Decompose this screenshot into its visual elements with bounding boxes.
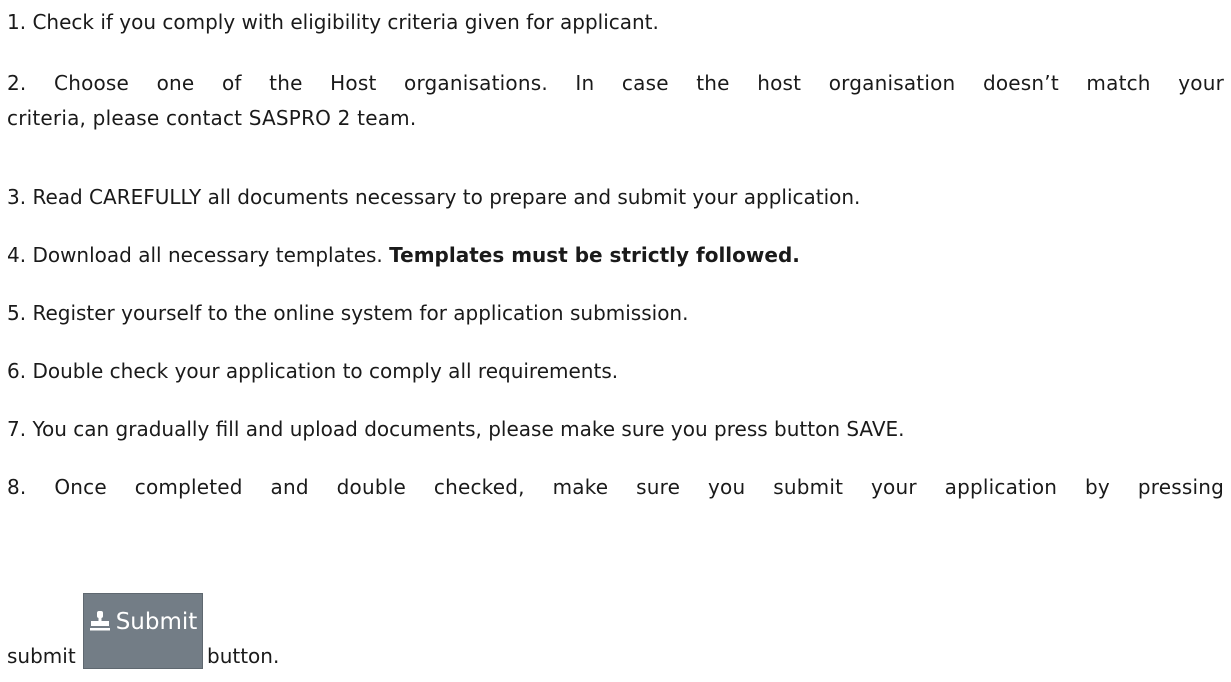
step-1-text: 1. Check if you comply with eligibility … <box>7 10 659 34</box>
submit-button[interactable]: Submit <box>83 593 203 669</box>
step-5-text: 5. Register yourself to the online syste… <box>7 301 689 325</box>
step-8-text: 8. Once completed and double checked, ma… <box>7 475 1224 499</box>
step-3-text: 3. Read CAREFULLY all documents necessar… <box>7 185 861 209</box>
step-4: 4. Download all necessary templates. Tem… <box>7 241 1224 269</box>
step-4-bold-text: Templates must be strictly followed. <box>389 243 800 267</box>
step-5: 5. Register yourself to the online syste… <box>7 299 1224 327</box>
submit-button-label: Submit <box>115 609 198 635</box>
step-8: 8. Once completed and double checked, ma… <box>7 473 1224 501</box>
submit-instruction-row: submit Submit button. <box>7 593 1224 681</box>
step-6: 6. Double check your application to comp… <box>7 357 1224 385</box>
step-4-text: 4. Download all necessary templates. <box>7 243 390 267</box>
step-2: 2. Choose one of the Host organisations.… <box>7 69 1224 132</box>
step-2-line-1: 2. Choose one of the Host organisations.… <box>7 71 1224 95</box>
step-7: 7. You can gradually fill and upload doc… <box>7 415 1224 443</box>
step-3: 3. Read CAREFULLY all documents necessar… <box>7 183 1224 211</box>
step-1: 1. Check if you comply with eligibility … <box>7 8 1224 36</box>
step-7-text: 7. You can gradually fill and upload doc… <box>7 417 905 441</box>
stamp-icon <box>89 610 111 632</box>
step-2-line-2: criteria, please contact SASPRO 2 team. <box>7 106 417 130</box>
step-6-text: 6. Double check your application to comp… <box>7 359 619 383</box>
submit-word: submit <box>7 644 76 668</box>
button-word: button. <box>207 644 280 668</box>
